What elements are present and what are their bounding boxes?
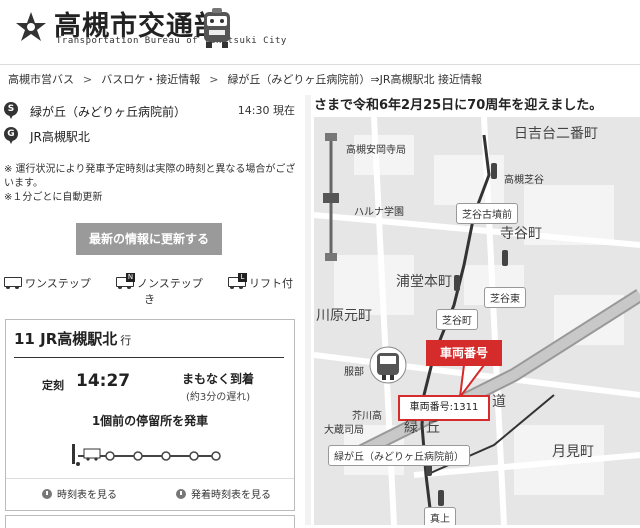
zoom-in-button xyxy=(325,133,337,141)
bus-stop-marker xyxy=(491,163,497,179)
mascot-bus-icon xyxy=(204,8,230,48)
arrival-status: まもなく到着 xyxy=(182,372,255,386)
clock-icon xyxy=(176,488,186,499)
map-label-hiyoshi: 日吉台二番町 xyxy=(514,126,598,142)
panel-scrollbar[interactable] xyxy=(305,95,311,525)
refresh-button[interactable]: 最新の情報に更新する xyxy=(76,223,222,255)
note-item: ※１分ごとに自動更新 xyxy=(4,192,103,203)
bus-icon xyxy=(4,277,22,289)
clock-icon xyxy=(42,488,52,499)
notes: ※ 運行状況により発車予定時刻は実際の時刻と異なる場合がございます。 ※１分ごと… xyxy=(4,163,299,205)
scheduled-label: 定刻 xyxy=(42,379,64,392)
progress-stop xyxy=(211,451,221,461)
departure-timetable-link[interactable]: 発着時刻表を見る xyxy=(176,486,271,501)
map-label-ohkura: 大蔵司局 xyxy=(324,425,364,436)
progress-stop xyxy=(105,451,115,461)
map-label-uradohon: 浦堂本町 xyxy=(396,274,452,290)
progress-start-pole xyxy=(72,444,75,464)
route-destination: JR高槻駅北 xyxy=(40,330,118,348)
progress-stop xyxy=(189,451,199,461)
map-label-akutagawa: 芥川高 xyxy=(352,411,382,422)
bus-approach-card: 11 JR高槻駅北行 定刻 14:27 まもなく到着 (約3分の遅れ) 1個前の… xyxy=(5,319,295,511)
map-label-tsukimi: 月見町 xyxy=(552,444,594,460)
news-ticker: さまで令和6年2月25日に70周年を迎えました。 xyxy=(314,95,640,117)
map-label-kawahara: 川原元町 xyxy=(316,308,372,324)
approach-info-panel: S 緑が丘（みどりヶ丘病院前） 14:30 現在 G JR高槻駅北 ※ 運行状況… xyxy=(0,95,305,528)
map-label-haruna: ハルナ学園 xyxy=(354,207,404,218)
breadcrumb-item-busloc[interactable]: バスロケ・接近情報 xyxy=(101,71,200,87)
next-bus-card xyxy=(5,515,295,528)
bus-stop-marker xyxy=(502,250,508,266)
bus-type-legend: ワンステップ N ノンステップ き L リフト付 xyxy=(4,273,304,309)
zoom-out-button xyxy=(325,253,337,261)
progress-stop xyxy=(133,451,143,461)
legend-lift: L リフト付 xyxy=(228,273,293,291)
callout-arrow-icon xyxy=(458,365,486,397)
stop-label-shibatani-kofun[interactable]: 芝谷古墳前 xyxy=(456,203,518,224)
origin-pin-icon: S xyxy=(4,102,18,120)
map-label-oka-kanji: 丘 xyxy=(426,420,440,436)
breadcrumb-item-home[interactable]: 高槻市営バス xyxy=(8,71,74,87)
destination-stop-name: JR高槻駅北 xyxy=(30,129,90,144)
destination-stop-row: G JR高槻駅北 xyxy=(4,126,90,146)
zoom-handle xyxy=(323,193,339,203)
previous-stop-status: 1個前の停留所を発車 xyxy=(91,414,209,428)
legend-one-step: ワンステップ xyxy=(4,275,91,291)
note-item: ※ 運行状況により発車予定時刻は実際の時刻と異なる場合がございます。 xyxy=(4,164,296,189)
bus-stop-marker xyxy=(454,275,460,291)
route-heading: 11 JR高槻駅北行 xyxy=(14,328,131,349)
origin-stop-row: S 緑が丘（みどりヶ丘病院前） xyxy=(4,101,186,121)
lift-bus-icon: L xyxy=(228,273,247,289)
vehicle-number-callout: 車両番号 xyxy=(426,340,502,366)
city-emblem-icon xyxy=(16,12,46,41)
card-footer-divider xyxy=(6,478,294,479)
chevron-right-icon: > xyxy=(209,72,219,86)
stop-label-uekami[interactable]: 真上 xyxy=(424,507,456,525)
map-label-hattori: 服部 xyxy=(344,367,364,378)
route-number: 11 xyxy=(14,330,35,348)
chevron-right-icon: > xyxy=(83,72,93,86)
bus-vehicle-icon[interactable] xyxy=(368,345,408,389)
site-subtitle: Transportation Bureau of Takatsuki City xyxy=(56,36,287,46)
map-label-road: 道 xyxy=(492,394,506,410)
map-label-teradani: 寺谷町 xyxy=(500,226,542,242)
header-divider xyxy=(0,64,640,65)
stop-progress xyxy=(72,444,221,466)
map-label-midori-kanji: 緑 xyxy=(404,420,418,436)
scheduled-time: 14:27 xyxy=(76,371,131,391)
map-label-shinkyoji: 高槻安岡寺局 xyxy=(346,145,406,156)
map-view[interactable]: さまで令和6年2月25日に70周年を迎えました。 日吉台二番町 高槻安岡寺局 高… xyxy=(314,95,640,525)
origin-stop-name: 緑が丘（みどりヶ丘病院前） xyxy=(30,104,187,119)
stop-label-midorigaoka[interactable]: 緑が丘（みどりヶ丘病院前） xyxy=(328,445,470,466)
non-step-bus-icon: N xyxy=(116,273,135,289)
map-label-shibataniyochi: 高槻芝谷 xyxy=(504,175,544,186)
breadcrumb-item-current: 緑が丘（みどりヶ丘病院前）⇒JR高槻駅北 接近情報 xyxy=(227,73,483,86)
current-time: 14:30 現在 xyxy=(237,104,295,117)
destination-pin-icon: G xyxy=(4,127,18,145)
timetable-link[interactable]: 時刻表を見る xyxy=(42,486,117,501)
site-header: 高槻市交通部 Transportation Bureau of Takatsuk… xyxy=(0,0,640,64)
legend-non-step: N ノンステップ き xyxy=(116,273,203,307)
breadcrumb: 高槻市営バス > バスロケ・接近情報 > 緑が丘（みどりヶ丘病院前）⇒JR高槻駅… xyxy=(0,66,640,92)
stop-label-shibatani-higashi[interactable]: 芝谷東 xyxy=(484,287,526,308)
card-divider xyxy=(14,357,284,358)
zoom-slider[interactable] xyxy=(322,133,340,263)
bus-stop-marker xyxy=(438,490,444,506)
progress-bus-icon xyxy=(83,448,101,461)
delay-info: (約3分の遅れ) xyxy=(186,392,251,403)
route-suffix: 行 xyxy=(120,334,132,347)
stop-label-shibatani[interactable]: 芝谷町 xyxy=(436,309,478,330)
progress-stop xyxy=(161,451,171,461)
